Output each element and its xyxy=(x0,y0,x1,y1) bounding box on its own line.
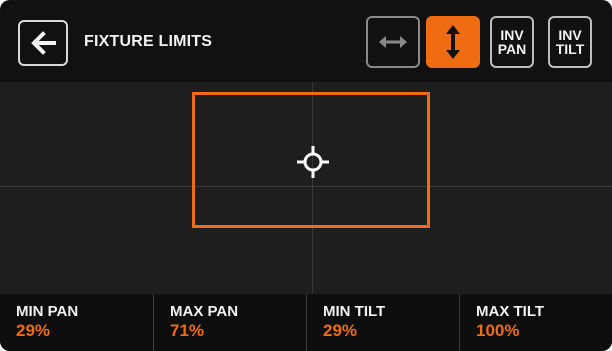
max-pan-value: 71% xyxy=(170,321,205,340)
min-pan-cell[interactable]: MIN PAN 29% xyxy=(0,294,153,351)
page-title: FIXTURE LIMITS xyxy=(84,33,213,50)
min-tilt-label: MIN TILT xyxy=(323,303,386,320)
tilt-direction-button[interactable] xyxy=(426,16,480,68)
invert-tilt-line2: TILT xyxy=(555,41,585,57)
invert-tilt-button[interactable]: INV TILT xyxy=(548,16,592,68)
invert-pan-line2: PAN xyxy=(497,41,527,57)
max-pan-cell[interactable]: MAX PAN 71% xyxy=(153,294,306,351)
max-tilt-cell[interactable]: MAX TILT 100% xyxy=(459,294,612,351)
min-pan-label: MIN PAN xyxy=(16,303,79,320)
arrow-left-icon xyxy=(31,31,56,55)
max-pan-label: MAX PAN xyxy=(170,303,239,320)
arrow-horizontal-icon xyxy=(379,36,407,48)
invert-tilt-line1: INV xyxy=(558,27,582,43)
arrow-vertical-icon xyxy=(446,25,460,59)
invert-pan-line1: INV xyxy=(500,27,524,43)
crosshair-icon[interactable] xyxy=(293,142,333,182)
invert-pan-button[interactable]: INV PAN xyxy=(490,16,534,68)
pan-direction-button[interactable] xyxy=(366,16,420,68)
header-bar: FIXTURE LIMITS INV PAN INV TILT xyxy=(0,0,612,82)
back-button[interactable] xyxy=(18,20,68,66)
min-tilt-cell[interactable]: MIN TILT 29% xyxy=(306,294,459,351)
max-tilt-value: 100% xyxy=(476,321,520,340)
pan-tilt-area[interactable] xyxy=(0,82,612,294)
min-tilt-value: 29% xyxy=(323,321,358,340)
min-pan-value: 29% xyxy=(16,321,51,340)
fixture-limits-screen: FIXTURE LIMITS INV PAN INV TILT MIN PAN … xyxy=(0,0,612,351)
limits-footer: MIN PAN 29% MAX PAN 71% MIN TILT 29% MAX… xyxy=(0,294,612,351)
max-tilt-label: MAX TILT xyxy=(476,303,545,320)
